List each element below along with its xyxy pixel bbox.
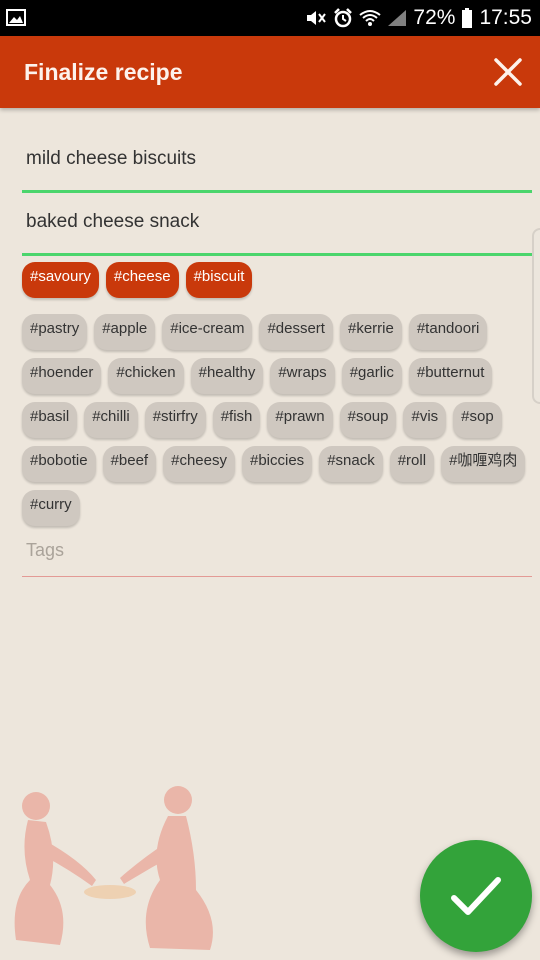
tag-chip[interactable]: #dessert	[259, 314, 333, 350]
alarm-icon	[334, 8, 353, 28]
tag-chip[interactable]: #chilli	[84, 402, 138, 438]
decorative-figures-illustration	[14, 786, 213, 950]
tag-chip[interactable]: #roll	[389, 446, 435, 482]
tag-chip[interactable]: #butternut	[408, 358, 493, 394]
tags-placeholder: Tags	[26, 540, 65, 560]
tag-chip[interactable]: #tandoori	[408, 314, 488, 350]
tags-underline	[22, 576, 532, 577]
tag-chip[interactable]: #curry	[22, 490, 80, 526]
tag-chip[interactable]: #biccies	[241, 446, 313, 482]
tag-chip[interactable]: #soup	[339, 402, 397, 438]
tags-input[interactable]: Tags	[22, 536, 532, 577]
tag-chip[interactable]: #apple	[94, 314, 156, 350]
tag-chip[interactable]: #prawn	[267, 402, 333, 438]
tag-chip[interactable]: #kerrie	[339, 314, 402, 350]
tag-chip[interactable]: #basil	[22, 402, 78, 438]
recipe-name-value: mild cheese biscuits	[26, 148, 197, 169]
signal-icon	[388, 10, 407, 26]
tag-chip[interactable]: #wraps	[270, 358, 335, 394]
close-icon[interactable]	[490, 54, 526, 90]
tag-chip[interactable]: #咖喱鸡肉	[441, 446, 526, 482]
tag-chip[interactable]: #vis	[403, 402, 447, 438]
tag-chip[interactable]: #hoender	[22, 358, 102, 394]
tag-chip[interactable]: #garlic	[341, 358, 402, 394]
tag-chip[interactable]: #pastry	[22, 314, 88, 350]
wifi-icon	[359, 10, 382, 26]
selected-tag-chip[interactable]: #biscuit	[185, 262, 253, 298]
gallery-icon	[6, 9, 26, 26]
battery-icon	[462, 8, 473, 28]
clock: 17:55	[479, 6, 532, 29]
tag-chip[interactable]: #cheesy	[163, 446, 235, 482]
recipe-subtitle-underline	[22, 253, 532, 256]
tag-chip[interactable]: #stirfry	[144, 402, 206, 438]
confirm-button[interactable]	[420, 840, 532, 952]
tag-chip[interactable]: #healthy	[190, 358, 264, 394]
mute-icon	[307, 11, 327, 25]
tag-chip[interactable]: #snack	[319, 446, 383, 482]
recipe-subtitle-field[interactable]: baked cheese snack	[22, 211, 532, 257]
check-icon	[451, 877, 501, 915]
tag-list: #savoury #cheese #biscuit #pastry #apple…	[22, 262, 534, 526]
tag-chip[interactable]: #fish	[212, 402, 261, 438]
selected-tag-chip[interactable]: #savoury	[22, 262, 99, 298]
recipe-name-underline	[22, 190, 532, 193]
battery-percent: 72%	[413, 6, 456, 29]
recipe-name-field[interactable]: mild cheese biscuits	[22, 148, 532, 194]
tag-chip[interactable]: #chicken	[108, 358, 184, 394]
recipe-subtitle-value: baked cheese snack	[26, 211, 200, 232]
app-bar: Finalize recipe	[0, 36, 540, 108]
tag-chip[interactable]: #beef	[102, 446, 157, 482]
tag-chip[interactable]: #ice-cream	[162, 314, 253, 350]
tag-chip[interactable]: #sop	[453, 402, 502, 438]
selected-tag-chip[interactable]: #cheese	[105, 262, 179, 298]
page-title: Finalize recipe	[24, 59, 183, 85]
status-bar: 72% 17:55	[0, 0, 540, 36]
tag-chip[interactable]: #bobotie	[22, 446, 96, 482]
